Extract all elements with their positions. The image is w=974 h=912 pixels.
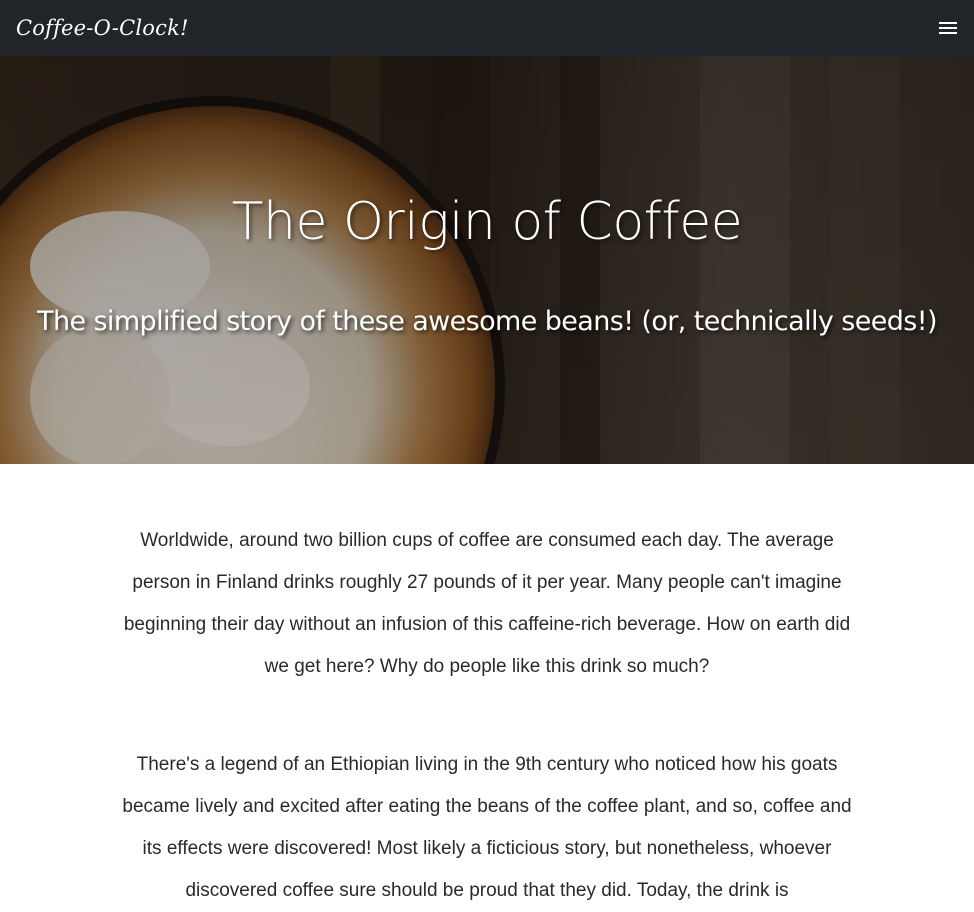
menu-toggle-button[interactable] xyxy=(932,12,964,44)
hamburger-menu-icon xyxy=(938,20,958,36)
hero-banner: The Origin of Coffee The simplified stor… xyxy=(0,56,974,464)
navbar: Coffee-O-Clock! xyxy=(0,0,974,56)
article-content: Worldwide, around two billion cups of co… xyxy=(0,464,974,912)
page-title: The Origin of Coffee xyxy=(231,192,743,252)
page-subtitle: The simplified story of these awesome be… xyxy=(37,306,937,337)
brand-link[interactable]: Coffee-O-Clock! xyxy=(16,16,189,40)
article-paragraph: There's a legend of an Ethiopian living … xyxy=(122,754,852,901)
article-paragraph: Worldwide, around two billion cups of co… xyxy=(123,530,851,677)
hero-coffee-image xyxy=(0,56,974,464)
